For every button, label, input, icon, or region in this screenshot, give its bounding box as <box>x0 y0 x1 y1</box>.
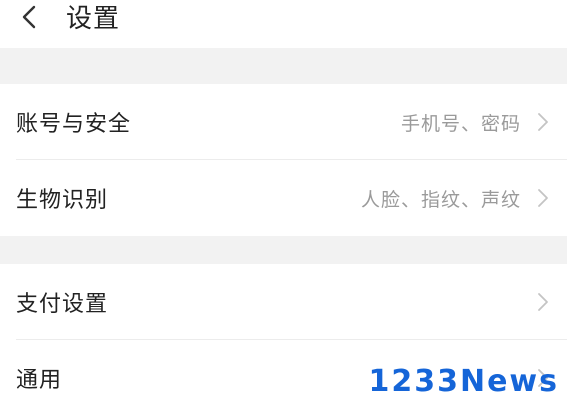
row-value: 人脸、指纹、声纹 <box>360 188 521 211</box>
row-label: 生物识别 <box>16 188 109 213</box>
chevron-left-icon <box>22 5 36 29</box>
row-label: 账号与安全 <box>16 112 132 137</box>
watermark-logo: 1233News <box>368 364 559 399</box>
chevron-right-icon <box>538 293 548 311</box>
row-biometrics[interactable]: 生物识别 人脸、指纹、声纹 <box>0 160 567 236</box>
page-title: 设置 <box>66 3 121 34</box>
chevron-right-icon <box>538 189 548 207</box>
row-value: 手机号、密码 <box>400 112 521 135</box>
settings-group-account: 账号与安全 手机号、密码 生物识别 人脸、指纹、声纹 <box>0 84 567 236</box>
top-bar: 设置 <box>0 0 567 48</box>
back-button[interactable] <box>10 0 50 34</box>
row-label: 通用 <box>16 368 63 393</box>
row-label: 支付设置 <box>16 292 109 317</box>
row-payment-settings[interactable]: 支付设置 <box>0 264 567 340</box>
chevron-right-icon <box>538 113 548 131</box>
settings-screen: 设置 账号与安全 手机号、密码 生物识别 人脸、指纹、声纹 支付设置 通用 12… <box>0 0 567 413</box>
row-account-security[interactable]: 账号与安全 手机号、密码 <box>0 84 567 160</box>
